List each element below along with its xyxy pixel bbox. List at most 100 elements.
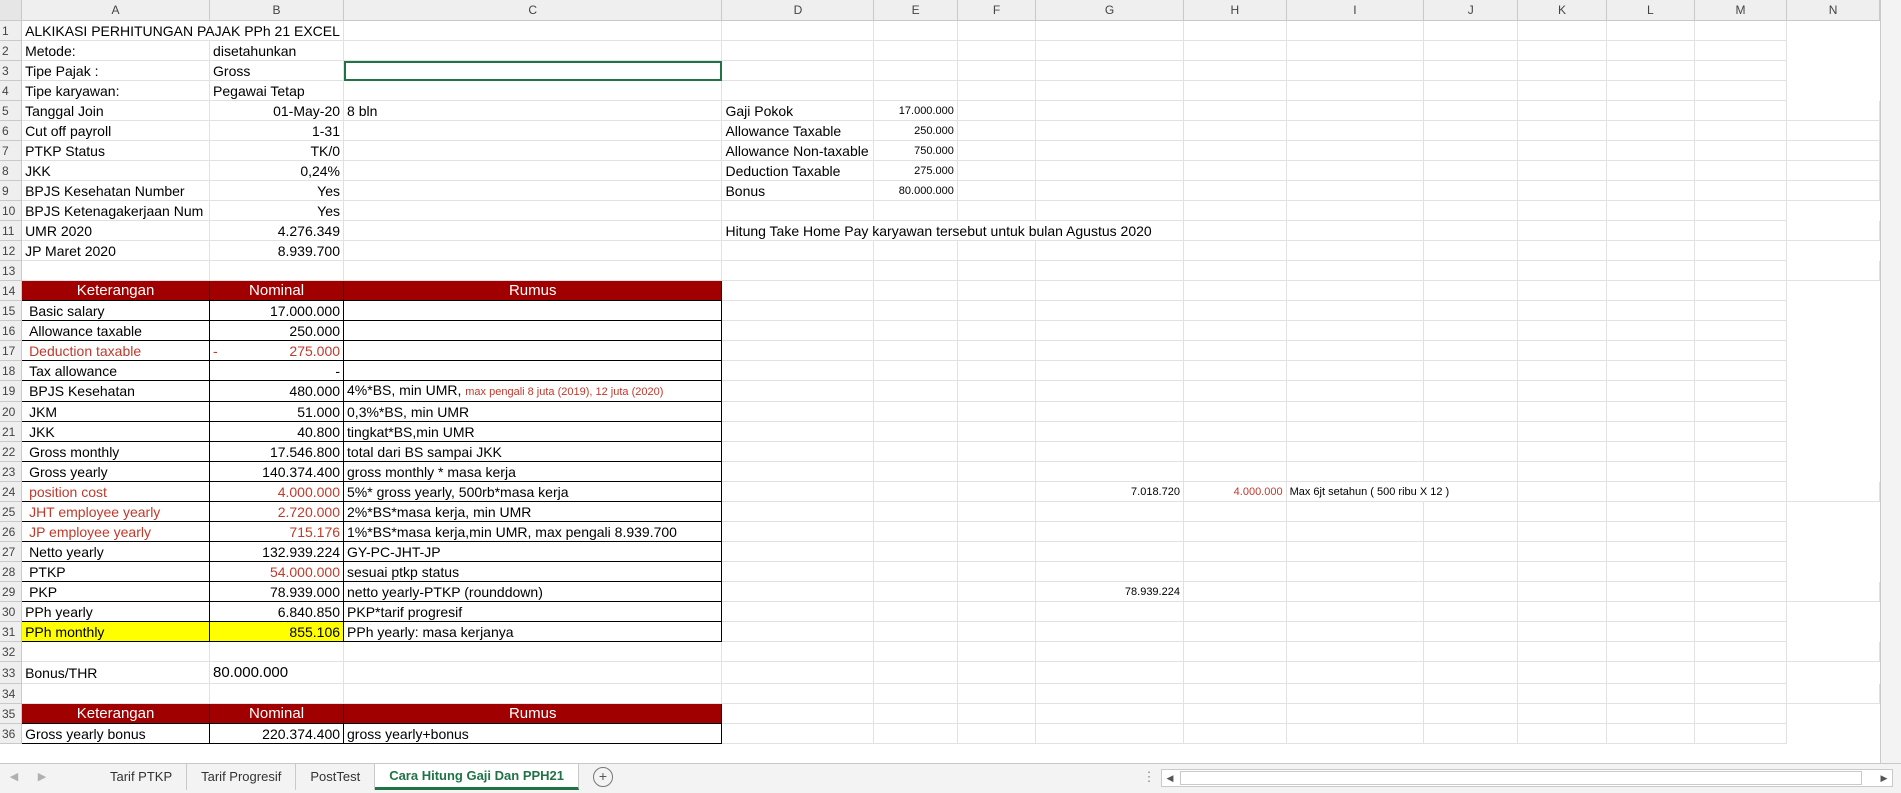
cell[interactable] xyxy=(1606,140,1695,161)
cell[interactable] xyxy=(1606,60,1695,81)
cell[interactable] xyxy=(1286,401,1425,422)
cell-b29[interactable]: 78.939.000 xyxy=(209,581,345,602)
cell[interactable] xyxy=(957,581,1037,602)
cell[interactable] xyxy=(1694,220,1788,241)
cell[interactable] xyxy=(1694,300,1788,321)
row-header[interactable]: 33 xyxy=(0,661,23,684)
cell[interactable] xyxy=(1035,461,1184,482)
cell-b26[interactable]: 715.176 xyxy=(209,521,345,542)
cell[interactable] xyxy=(721,541,875,562)
cell[interactable] xyxy=(1606,100,1695,121)
cell[interactable] xyxy=(1786,481,1880,502)
cell[interactable] xyxy=(721,240,875,261)
cell[interactable] xyxy=(1035,200,1184,221)
cell[interactable] xyxy=(1183,20,1287,41)
cell[interactable] xyxy=(1423,561,1519,582)
cell[interactable] xyxy=(1035,641,1184,662)
cell[interactable] xyxy=(957,40,1037,61)
cell[interactable] xyxy=(1694,180,1788,201)
row-header[interactable]: 11 xyxy=(0,220,23,241)
cell-c27[interactable]: GY-PC-JHT-JP xyxy=(343,541,723,562)
scroll-left-icon[interactable]: ◀ xyxy=(1162,770,1178,786)
cell[interactable] xyxy=(721,441,875,462)
cell-b28[interactable]: 54.000.000 xyxy=(209,561,345,582)
cell[interactable] xyxy=(343,240,723,261)
cell-d9[interactable]: Bonus xyxy=(721,180,875,201)
cell[interactable] xyxy=(1606,20,1695,41)
cell[interactable] xyxy=(1183,180,1287,201)
cell[interactable] xyxy=(873,401,958,422)
cell[interactable] xyxy=(721,621,875,642)
cell-d8[interactable]: Deduction Taxable xyxy=(721,160,875,181)
cell[interactable] xyxy=(873,501,958,522)
cell[interactable] xyxy=(873,621,958,642)
col-header-i[interactable]: I xyxy=(1286,0,1425,21)
scrollbar-thumb[interactable] xyxy=(1180,771,1862,785)
cell[interactable] xyxy=(721,80,875,101)
cell[interactable] xyxy=(1694,661,1788,684)
cell[interactable] xyxy=(1517,501,1607,522)
cell[interactable] xyxy=(1606,521,1695,542)
col-header-n[interactable]: N xyxy=(1786,0,1880,21)
cell[interactable] xyxy=(1035,683,1184,704)
cell[interactable] xyxy=(1183,441,1287,462)
cell[interactable] xyxy=(1286,340,1425,361)
cell[interactable] xyxy=(343,220,723,241)
cell[interactable] xyxy=(1786,180,1880,201)
cell[interactable] xyxy=(1517,240,1607,261)
cell[interactable] xyxy=(1035,280,1184,301)
col-header-k[interactable]: K xyxy=(1517,0,1607,21)
cell[interactable] xyxy=(1606,200,1695,221)
cell[interactable] xyxy=(1517,260,1607,281)
cell-g29[interactable]: 78.939.224 xyxy=(1035,581,1184,602)
cell-c25[interactable]: 2%*BS*masa kerja, min UMR xyxy=(343,501,723,522)
cell[interactable] xyxy=(721,60,875,81)
cell[interactable] xyxy=(873,260,958,281)
row-header[interactable]: 32 xyxy=(0,641,23,662)
cell[interactable] xyxy=(1517,461,1607,482)
cell[interactable] xyxy=(1423,220,1519,241)
cell-a27[interactable]: Netto yearly xyxy=(21,541,211,562)
cell[interactable] xyxy=(1606,180,1695,201)
row-header[interactable]: 18 xyxy=(0,360,23,381)
cell[interactable] xyxy=(1423,140,1519,161)
cell[interactable] xyxy=(1286,320,1425,341)
cell-b33[interactable]: 80.000.000 xyxy=(209,661,345,684)
cell-b11[interactable]: 4.276.349 xyxy=(209,220,345,241)
cell-b10[interactable]: Yes xyxy=(209,200,345,221)
cell-h24[interactable]: 4.000.000 xyxy=(1183,481,1287,502)
cell[interactable] xyxy=(1423,120,1519,141)
cell-b9[interactable]: Yes xyxy=(209,180,345,201)
cell[interactable] xyxy=(343,20,723,41)
cell[interactable] xyxy=(1423,280,1519,301)
cell[interactable] xyxy=(1035,160,1184,181)
cell[interactable] xyxy=(873,360,958,381)
cell[interactable] xyxy=(1423,521,1519,542)
cell[interactable] xyxy=(721,461,875,482)
cell[interactable] xyxy=(1694,683,1788,704)
cell[interactable] xyxy=(957,140,1037,161)
cell[interactable] xyxy=(1517,60,1607,81)
cell[interactable] xyxy=(1517,421,1607,442)
cell[interactable] xyxy=(1517,360,1607,381)
cell[interactable] xyxy=(1183,641,1287,662)
cell[interactable] xyxy=(873,521,958,542)
cell[interactable] xyxy=(957,80,1037,101)
col-header-g[interactable]: G xyxy=(1035,0,1184,21)
cell[interactable] xyxy=(1035,501,1184,522)
cell[interactable] xyxy=(1786,581,1880,602)
cell[interactable] xyxy=(1606,661,1695,684)
cell[interactable] xyxy=(1606,380,1695,402)
cell[interactable] xyxy=(1183,521,1287,542)
cell-b22[interactable]: 17.546.800 xyxy=(209,441,345,462)
cell-d5[interactable]: Gaji Pokok xyxy=(721,100,875,121)
cell[interactable] xyxy=(343,80,723,101)
row-header[interactable]: 29 xyxy=(0,581,23,602)
cell[interactable] xyxy=(1694,360,1788,381)
cell[interactable] xyxy=(343,160,723,181)
cell[interactable] xyxy=(873,703,958,724)
vertical-scrollbar[interactable] xyxy=(1880,0,1901,763)
cell[interactable] xyxy=(873,300,958,321)
cell-e7[interactable]: 750.000 xyxy=(873,140,958,161)
cell[interactable] xyxy=(1517,601,1607,622)
